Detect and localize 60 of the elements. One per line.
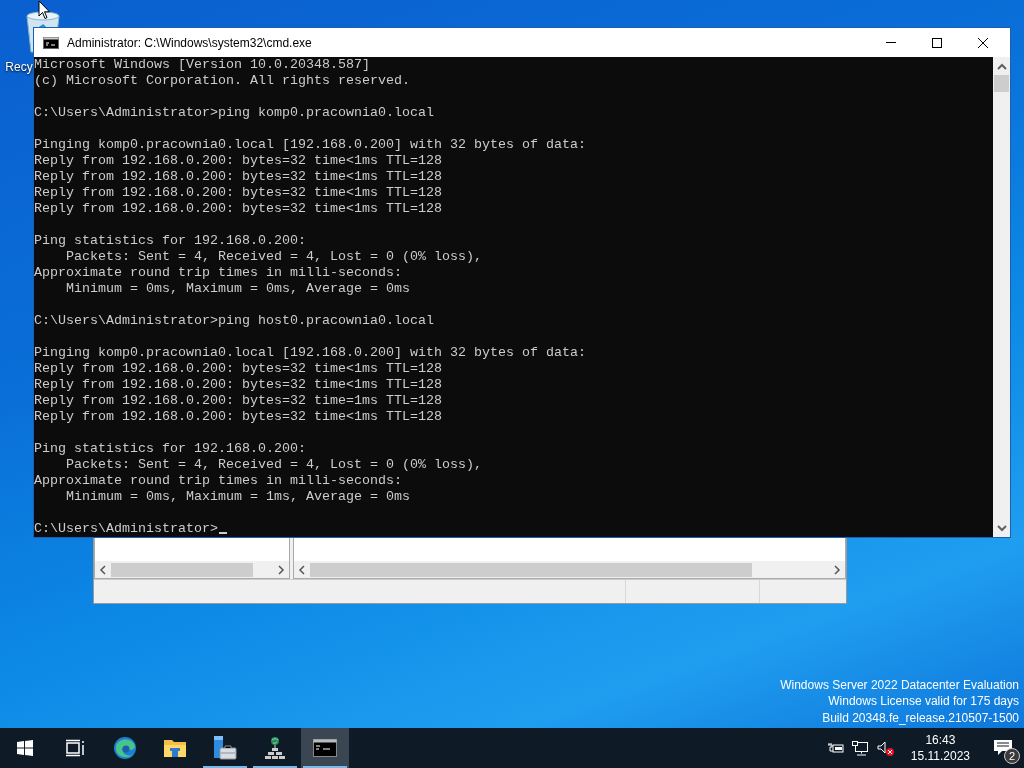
- chevron-left-icon[interactable]: [99, 562, 107, 577]
- console-line: C:\Users\Administrator>: [34, 521, 218, 536]
- network-globe-icon: [264, 736, 286, 760]
- notification-badge: 2: [1004, 748, 1020, 764]
- console-line: Reply from 192.168.0.200: bytes=32 time=1ms TTL=128: [34, 393, 442, 408]
- console-line: Microsoft Windows [Version 10.0.20348.587]: [34, 57, 370, 72]
- console-line: C:\Users\Administrator>ping komp0.pracownia0.local: [34, 105, 434, 120]
- vertical-scrollbar[interactable]: [993, 57, 1010, 537]
- console-line: Minimum = 0ms, Maximum = 0ms, Average = 0ms: [65, 281, 410, 296]
- volume-muted-icon[interactable]: [876, 740, 895, 756]
- start-icon: [17, 740, 33, 756]
- clock-time: 16:43: [925, 732, 956, 748]
- horizontal-scrollbar[interactable]: [95, 561, 289, 578]
- taskbar-clock[interactable]: 16:43 15.11.2023: [910, 732, 970, 764]
- chevron-down-icon[interactable]: [996, 524, 1007, 532]
- console-line: Approximate round trip times in milli-seconds:: [34, 265, 402, 280]
- console-app-icon: [313, 739, 337, 757]
- mouse-pointer-icon: [38, 0, 51, 20]
- console-line: Minimum = 0ms, Maximum = 1ms, Average = 0ms: [65, 489, 410, 504]
- console-line: Reply from 192.168.0.200: bytes=32 time<1ms TTL=128: [34, 153, 442, 168]
- console-line: Packets: Sent = 4, Received = 4, Lost = 0 (0% loss),: [65, 457, 482, 472]
- task-view-icon: [65, 739, 85, 757]
- window-title: Administrator: C:\Windows\system32\cmd.exe: [67, 35, 313, 50]
- desktop-icon-label: Recy: [5, 60, 33, 74]
- close-icon: [977, 36, 989, 49]
- console-line: (c) Microsoft Corporation. All rights reserved.: [34, 73, 410, 88]
- horizontal-scrollbar[interactable]: [294, 561, 845, 578]
- notification-button[interactable]: 2: [988, 728, 1018, 768]
- console-line: Ping statistics for 192.168.0.200:: [34, 441, 306, 456]
- edition-notice: Build 20348.fe_release.210507-1500: [822, 709, 1019, 726]
- console-line: Reply from 192.168.0.200: bytes=32 time<1ms TTL=128: [34, 377, 442, 392]
- chevron-up-icon[interactable]: [996, 63, 1007, 71]
- taskbar-button[interactable]: [301, 728, 349, 768]
- power-plug-icon[interactable]: [827, 742, 844, 754]
- network-icon[interactable]: [851, 740, 869, 756]
- chevron-right-icon[interactable]: [833, 562, 841, 577]
- server-toolbox-icon: [212, 735, 238, 761]
- console-line: Ping statistics for 192.168.0.200:: [34, 233, 306, 248]
- scroll-thumb[interactable]: [994, 75, 1009, 92]
- browser-icon: [113, 736, 137, 760]
- text-cursor: [218, 532, 227, 534]
- console-line: C:\Users\Administrator>ping host0.pracownia0.local: [34, 313, 434, 328]
- chevron-right-icon[interactable]: [277, 562, 285, 577]
- console-app-icon: [43, 36, 59, 49]
- console-line: Reply from 192.168.0.200: bytes=32 time<1ms TTL=128: [34, 201, 442, 216]
- clock-date: 15.11.2023: [910, 748, 970, 764]
- console-line: Reply from 192.168.0.200: bytes=32 time<1ms TTL=128: [34, 185, 442, 200]
- console-line: Reply from 192.168.0.200: bytes=32 time<1ms TTL=128: [34, 361, 442, 376]
- console-line: Pinging komp0.pracownia0.local [192.168.0.200] with 32 bytes of data:: [34, 137, 586, 152]
- console-line: Reply from 192.168.0.200: bytes=32 time<1ms TTL=128: [34, 409, 442, 424]
- console-line: Reply from 192.168.0.200: bytes=32 time<1ms TTL=128: [34, 169, 442, 184]
- chevron-left-icon[interactable]: [298, 562, 306, 577]
- maximize-icon: [931, 36, 943, 49]
- minimize-icon: [886, 42, 896, 43]
- edition-notice: Windows Server 2022 Datacenter Evaluation: [780, 676, 1019, 693]
- console-line: Approximate round trip times in milli-seconds:: [34, 473, 402, 488]
- console-line: Pinging komp0.pracownia0.local [192.168.0.200] with 32 bytes of data:: [34, 345, 586, 360]
- folder-icon: [163, 738, 187, 758]
- edition-notice: Windows License valid for 175 days: [828, 693, 1019, 710]
- console-line: Packets: Sent = 4, Received = 4, Lost = 0 (0% loss),: [65, 249, 482, 264]
